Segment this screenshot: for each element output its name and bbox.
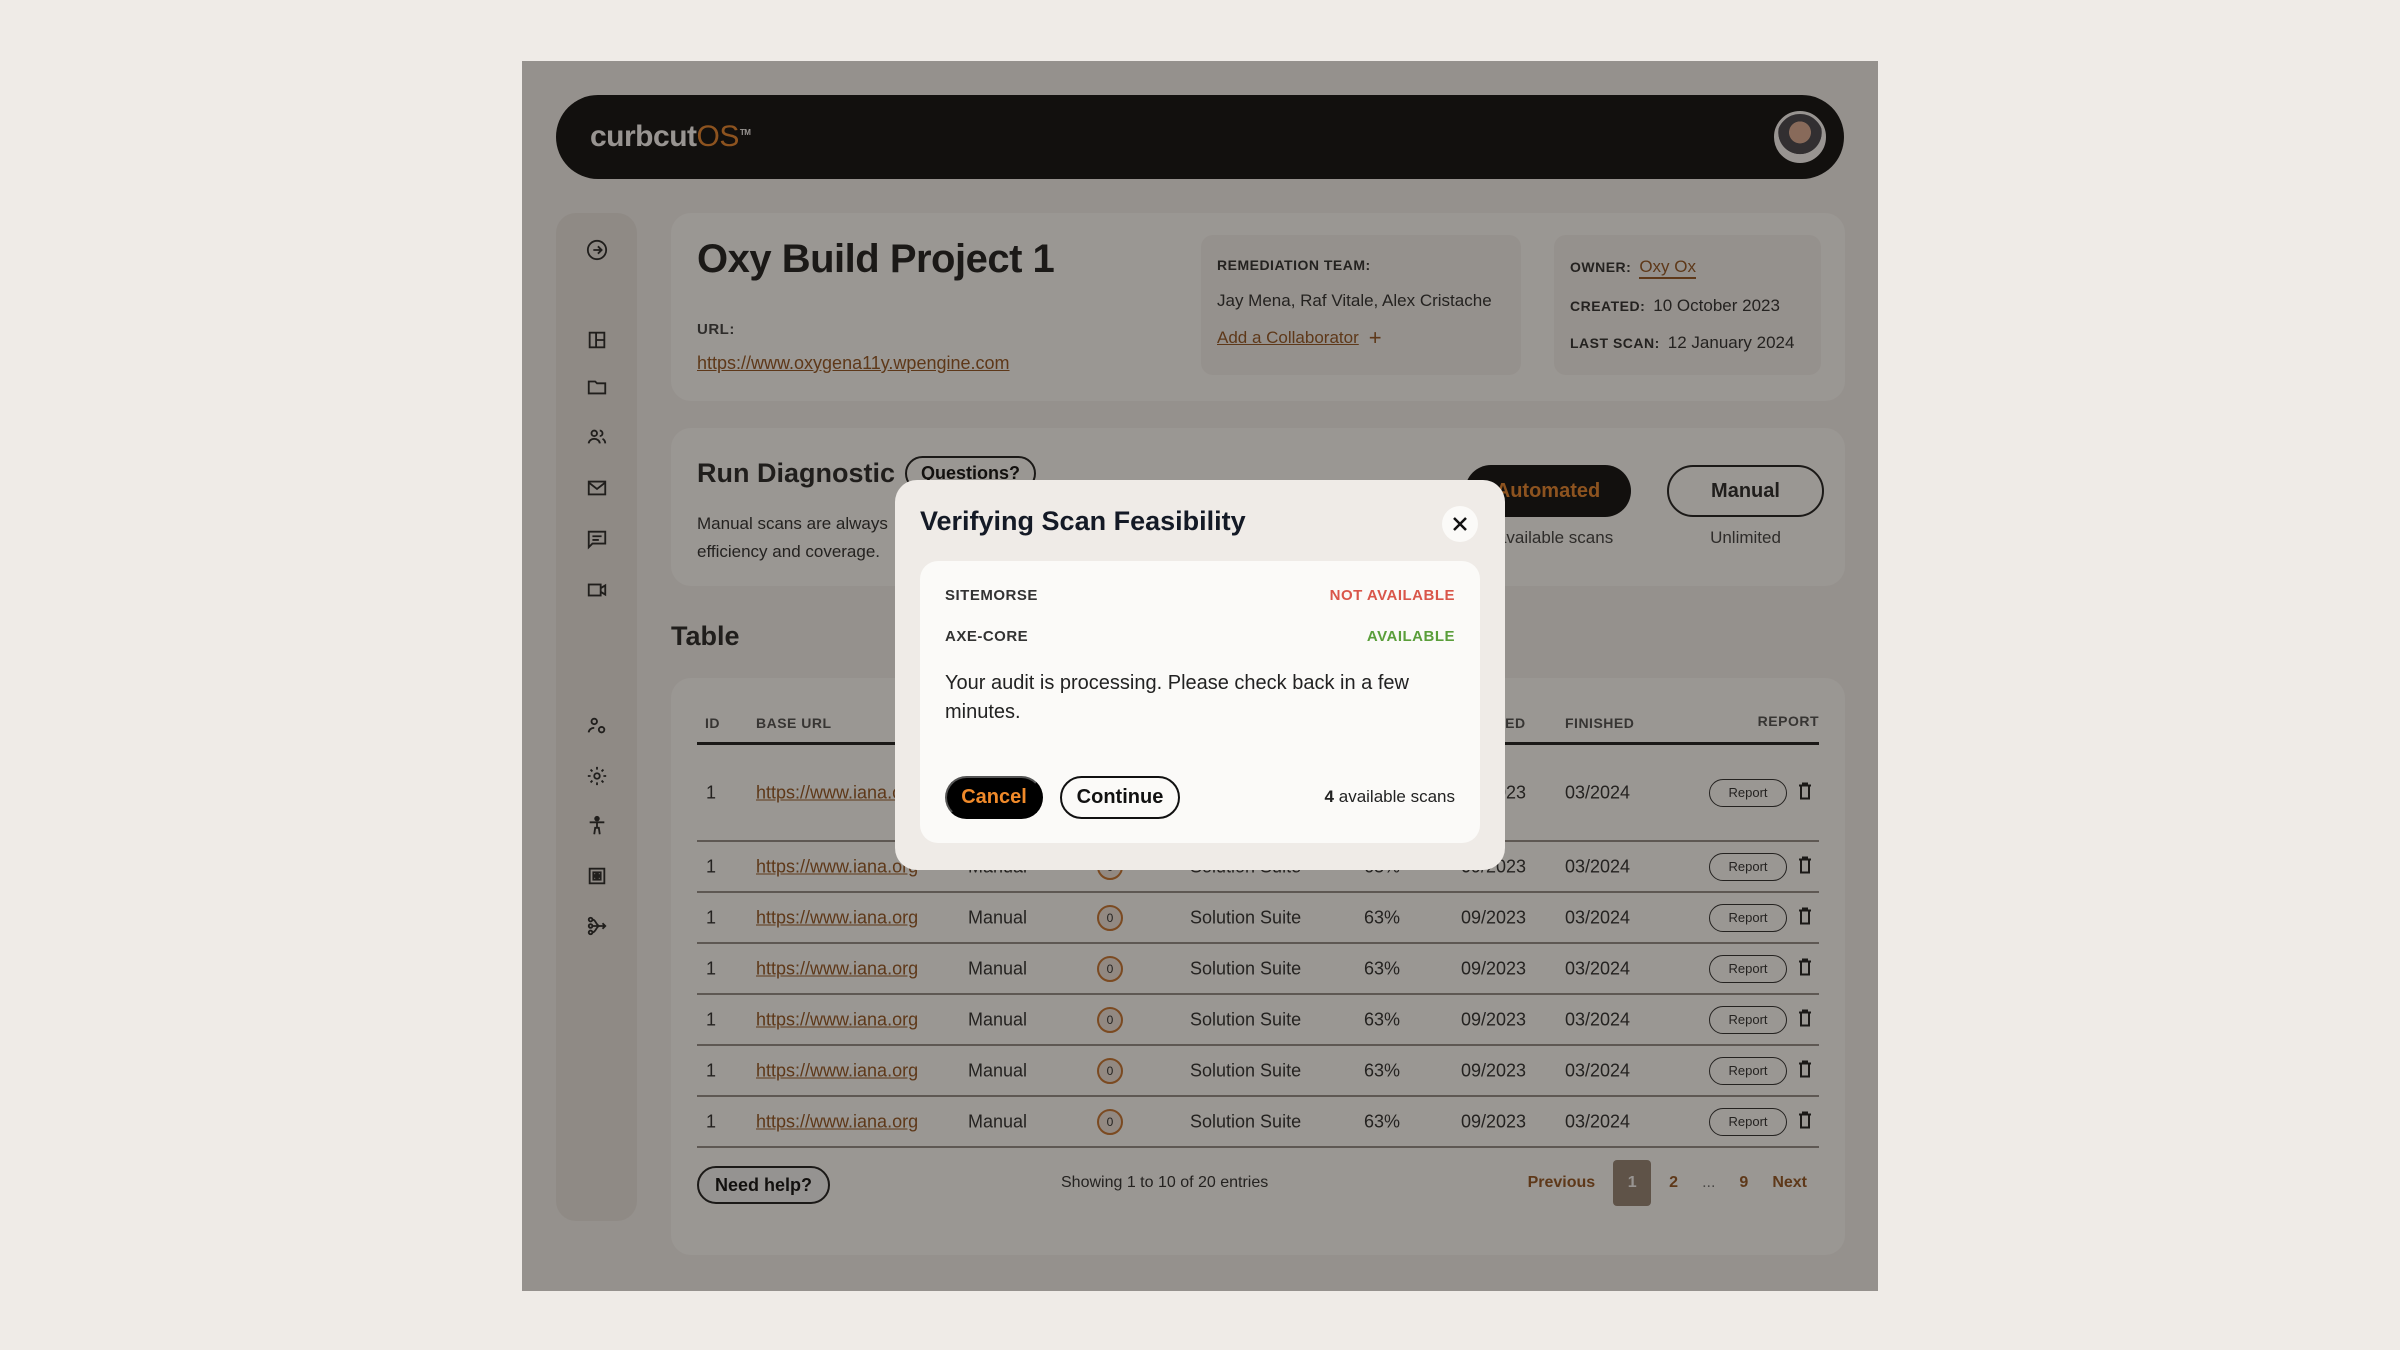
verify-scan-modal: Verifying Scan Feasibility SITEMORSE NOT …	[895, 480, 1505, 870]
tool-name: SITEMORSE	[945, 587, 1038, 604]
tool-name: AXE-CORE	[945, 628, 1029, 645]
tool-row-sitemorse: SITEMORSE NOT AVAILABLE	[945, 587, 1455, 604]
continue-button[interactable]: Continue	[1060, 776, 1180, 819]
available-scans: 4 available scans	[1325, 787, 1455, 807]
close-icon	[1453, 517, 1467, 531]
modal-title: Verifying Scan Feasibility	[920, 506, 1246, 536]
tool-row-axe-core: AXE-CORE AVAILABLE	[945, 628, 1455, 645]
tool-status: NOT AVAILABLE	[1329, 587, 1455, 604]
available-scans-count: 4	[1324, 787, 1335, 806]
close-button[interactable]	[1442, 506, 1478, 542]
tool-status: AVAILABLE	[1366, 628, 1455, 645]
processing-message: Your audit is processing. Please check b…	[945, 672, 1409, 723]
cancel-button[interactable]: Cancel	[945, 776, 1043, 819]
app-window: curbcutOSTM Oxy Build Project 1 URL: htt…	[522, 61, 1878, 1291]
modal-content: SITEMORSE NOT AVAILABLE AXE-CORE AVAILABLE…	[920, 561, 1480, 843]
available-scans-label: available scans	[1338, 787, 1455, 806]
